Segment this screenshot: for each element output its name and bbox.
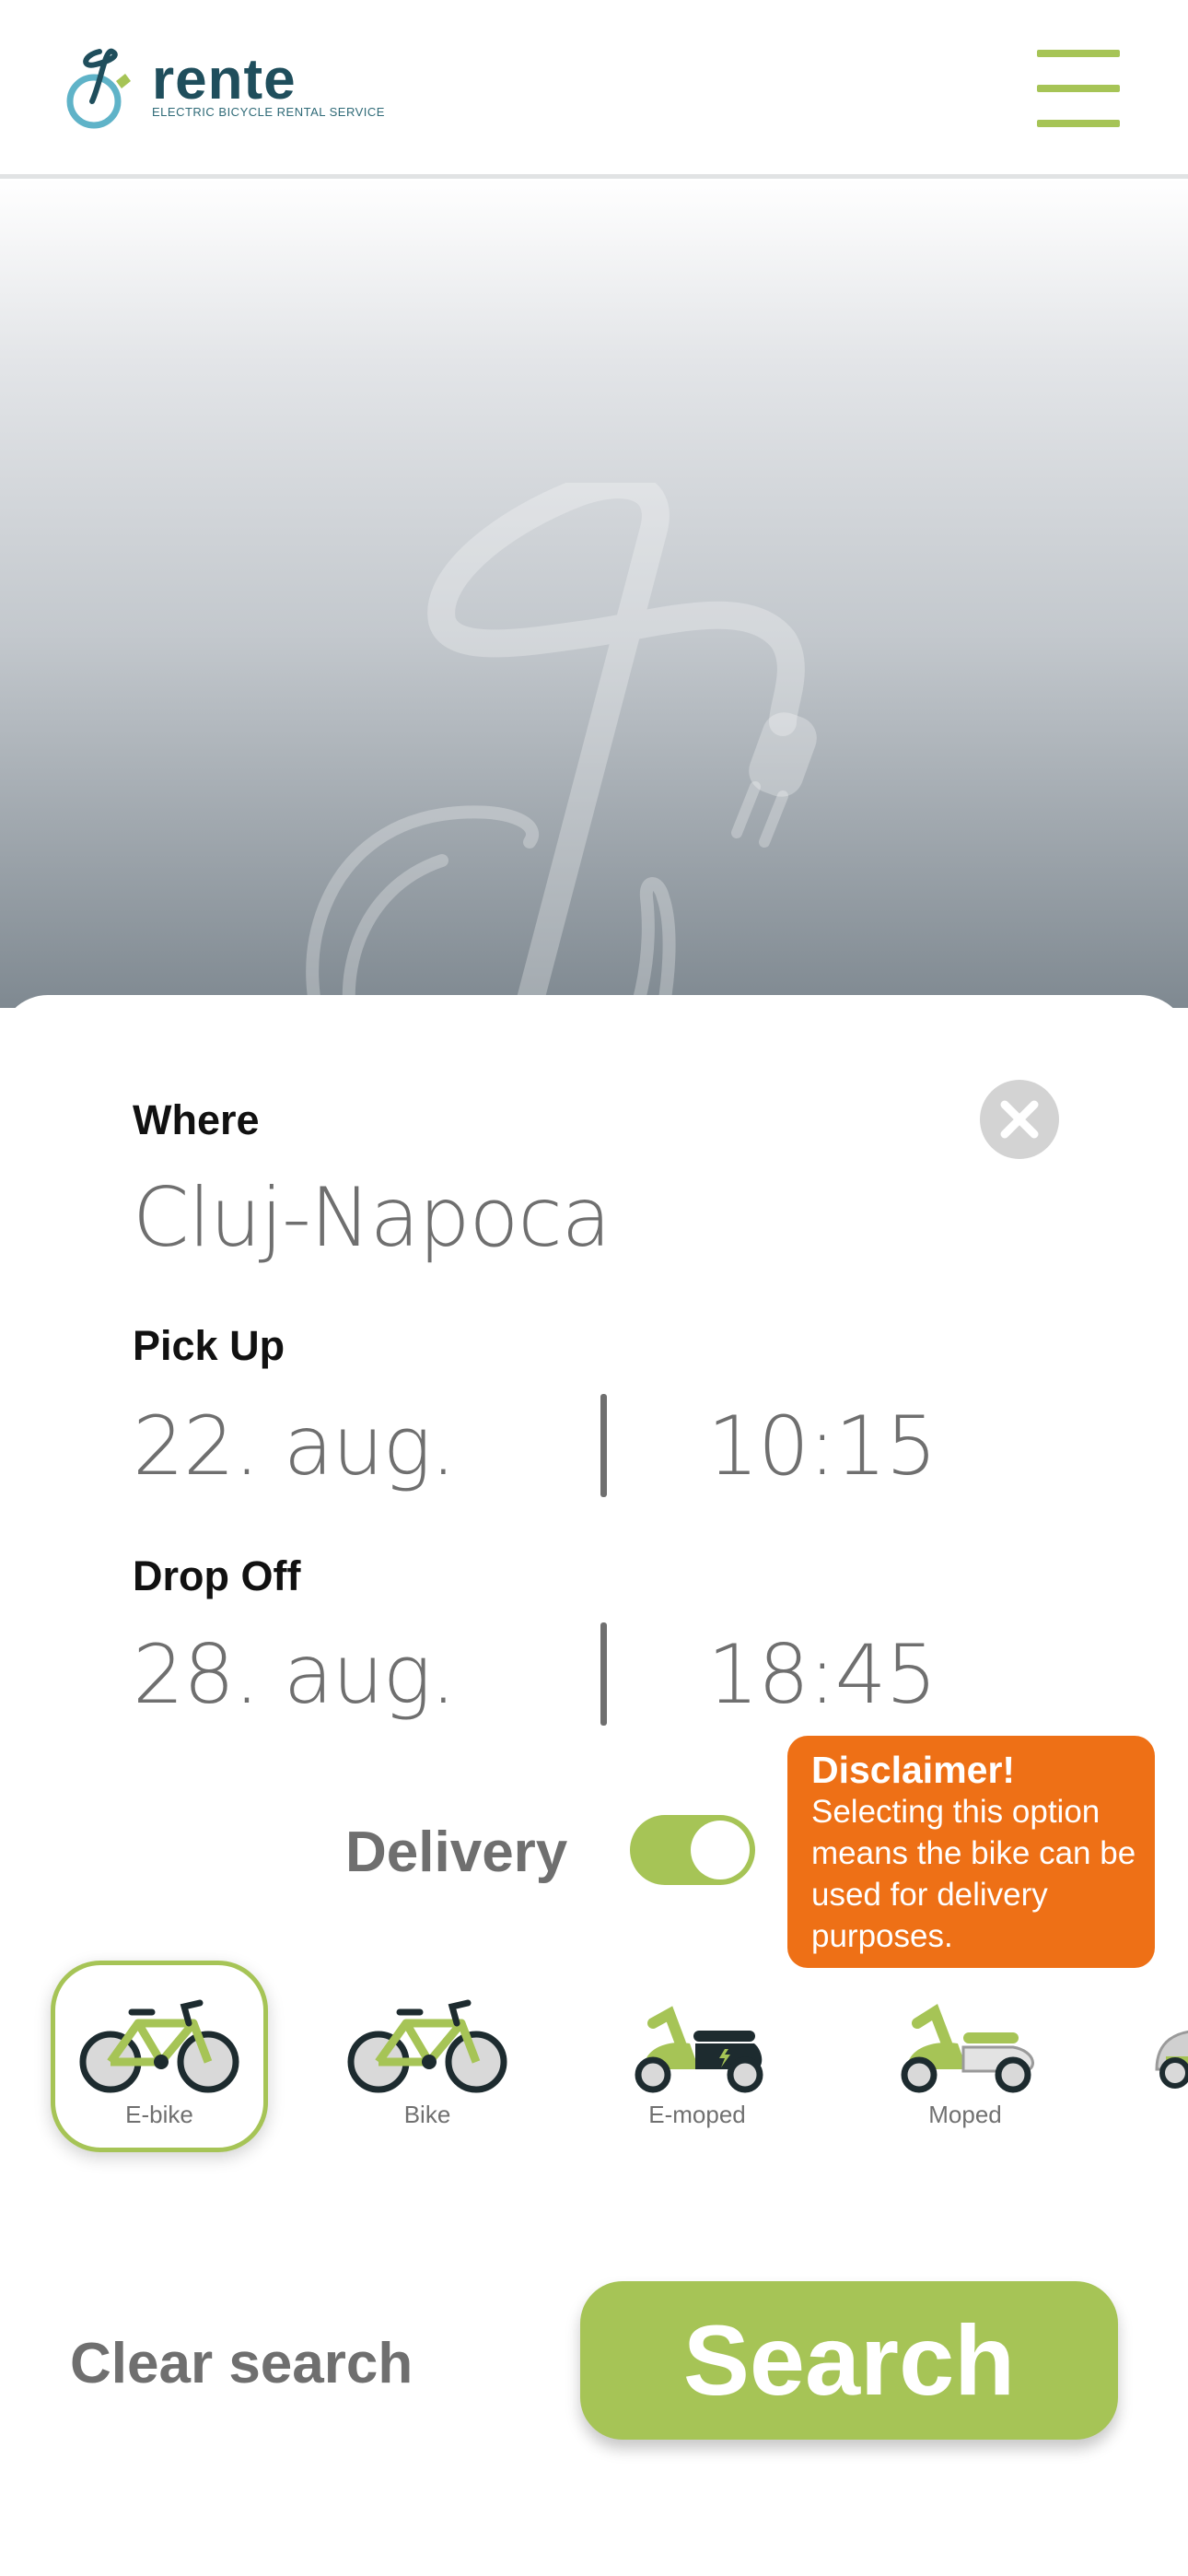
where-label: Where (133, 1096, 260, 1143)
where-input[interactable]: Cluj-Napoca (133, 1170, 611, 1265)
moped-icon (901, 2004, 1034, 2093)
bike-icon (347, 1999, 507, 2093)
disclaimer-text: Selecting this option means the bike can… (811, 1794, 1136, 1954)
vehicle-label: Bike (403, 2101, 451, 2128)
vehicle-option-bike[interactable]: Bike (319, 1961, 536, 2152)
search-button[interactable]: Search (580, 2281, 1118, 2440)
close-icon (1000, 1100, 1039, 1139)
pickup-label: Pick Up (133, 1322, 285, 1369)
vehicle-option-car[interactable] (1125, 1961, 1188, 2152)
dropoff-time[interactable]: 18:45 (707, 1627, 938, 1722)
e-bike-icon (79, 1999, 239, 2093)
vehicle-label: Moped (928, 2101, 1002, 2128)
app-header: rente ELECTRIC BICYCLE RENTAL SERVICE (0, 0, 1188, 179)
delivery-toggle[interactable] (630, 1815, 755, 1885)
vehicle-label: E-moped (648, 2101, 746, 2128)
brand-tagline: ELECTRIC BICYCLE RENTAL SERVICE (152, 105, 385, 119)
car-icon (1155, 2030, 1188, 2089)
vehicle-label: E-bike (125, 2101, 193, 2128)
pickup-divider (600, 1394, 607, 1497)
hero-banner (0, 179, 1188, 1008)
dropoff-date[interactable]: 28. aug. (133, 1627, 456, 1722)
bike-plug-watermark-icon (306, 483, 817, 1008)
rente-logo[interactable]: rente ELECTRIC BICYCLE RENTAL SERVICE (64, 44, 384, 133)
vehicle-option-e-moped[interactable]: E-moped (588, 1961, 806, 2152)
brand-name: rente (152, 48, 297, 111)
menu-button[interactable] (1037, 48, 1120, 129)
vehicle-option-moped[interactable]: Moped (856, 1961, 1074, 2152)
disclaimer-title: Disclaimer! (811, 1749, 1016, 1791)
delivery-disclaimer-tooltip: Disclaimer! Selecting this option means … (787, 1736, 1155, 1968)
pickup-time[interactable]: 10:15 (707, 1399, 938, 1493)
clear-search-button[interactable]: Clear search (70, 2331, 413, 2396)
logo-mark-icon (66, 48, 131, 129)
toggle-knob (691, 1821, 750, 1879)
vehicle-option-e-bike[interactable]: E-bike (51, 1961, 268, 2152)
dropoff-label: Drop Off (133, 1552, 301, 1599)
delivery-label: Delivery (345, 1821, 568, 1884)
pickup-date[interactable]: 22. aug. (133, 1399, 456, 1493)
e-moped-icon (635, 2006, 763, 2093)
dropoff-divider (600, 1622, 607, 1726)
clear-location-button[interactable] (980, 1080, 1059, 1159)
